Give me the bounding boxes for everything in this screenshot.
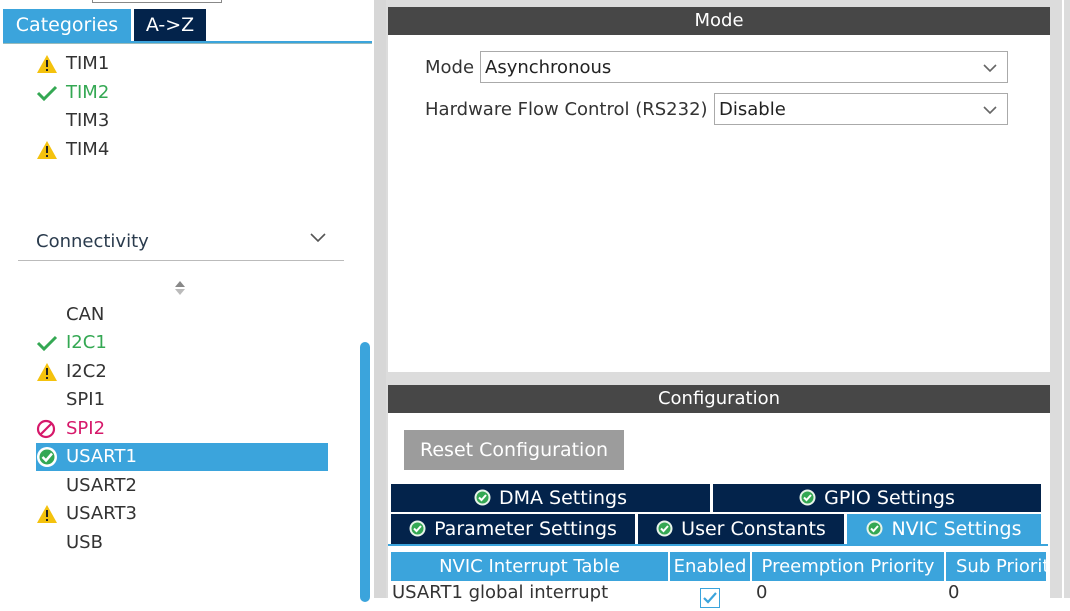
tab-label: Parameter Settings xyxy=(434,518,617,540)
tab-label: NVIC Settings xyxy=(891,518,1022,540)
tree-item-i2c2[interactable]: I2C2 xyxy=(36,359,328,385)
check-circle-icon xyxy=(799,489,816,506)
warning-icon xyxy=(37,505,57,523)
tree-item-label: I2C1 xyxy=(66,332,107,353)
tree-item-tim4[interactable]: TIM4 xyxy=(36,137,328,163)
tree-item-can[interactable]: CAN xyxy=(36,302,328,328)
check-icon xyxy=(36,335,58,352)
check-circle-icon xyxy=(474,489,491,506)
tree-item-tim1[interactable]: TIM1 xyxy=(36,51,328,77)
sub-priority-value[interactable]: 0 xyxy=(948,582,1008,604)
tree-item-spi1[interactable]: SPI1 xyxy=(36,387,328,413)
check-circle-icon xyxy=(656,520,673,537)
scrollbar-thumb[interactable] xyxy=(360,342,370,602)
tree-item-label: SPI2 xyxy=(66,418,106,439)
column-header-enabled[interactable]: Enabled xyxy=(670,552,750,581)
tree-item-label: USART3 xyxy=(66,503,137,524)
warning-icon xyxy=(37,141,57,159)
check-circle-icon xyxy=(37,447,57,467)
table-row-name: USART1 global interrupt xyxy=(392,582,609,603)
tree-item-label: USART2 xyxy=(66,475,137,496)
tab-label: DMA Settings xyxy=(499,487,627,509)
right-edge-line xyxy=(1062,0,1064,598)
mode-select[interactable]: Asynchronous xyxy=(480,51,1008,83)
tree-item-usb[interactable]: USB xyxy=(36,530,328,556)
tree-item-usart2[interactable]: USART2 xyxy=(36,473,328,499)
warning-icon xyxy=(37,363,57,381)
sort-icon[interactable] xyxy=(170,278,190,298)
warning-icon xyxy=(37,55,57,73)
configuration-header: Configuration xyxy=(388,385,1050,413)
tree-item-tim3[interactable]: TIM3 xyxy=(36,108,328,134)
mode-label: Mode xyxy=(425,57,475,78)
search-box-edge[interactable] xyxy=(92,0,222,3)
flow-control-select-value: Disable xyxy=(719,99,786,120)
tree-item-label: USB xyxy=(66,532,103,553)
mode-select-value: Asynchronous xyxy=(485,57,612,78)
tree-item-spi2[interactable]: SPI2 xyxy=(36,416,328,442)
column-header-interrupt[interactable]: NVIC Interrupt Table xyxy=(391,552,668,581)
mode-header: Mode xyxy=(388,7,1050,35)
tab-label: User Constants xyxy=(681,518,826,540)
check-circle-icon xyxy=(866,520,883,537)
tree-item-usart1[interactable]: USART1 xyxy=(36,443,328,471)
tree-item-tim2[interactable]: TIM2 xyxy=(36,80,328,106)
tree-item-label: CAN xyxy=(66,304,105,325)
tab-label: GPIO Settings xyxy=(824,487,955,509)
tree-item-label: TIM2 xyxy=(66,82,110,103)
chevron-down-icon xyxy=(983,106,997,115)
tab-a-to-z[interactable]: A->Z xyxy=(134,9,206,41)
tab-gpio-settings[interactable]: GPIO Settings xyxy=(713,484,1041,512)
column-header-sub-priority[interactable]: Sub Priorit xyxy=(946,552,1046,581)
chevron-down-icon[interactable] xyxy=(308,228,328,248)
tab-user-constants[interactable]: User Constants xyxy=(638,514,844,544)
tree-item-usart3[interactable]: USART3 xyxy=(36,501,328,527)
tab-underline xyxy=(388,544,1048,546)
section-divider xyxy=(18,260,344,261)
reset-configuration-button[interactable]: Reset Configuration xyxy=(404,430,624,470)
tab-categories[interactable]: Categories xyxy=(3,9,131,41)
check-icon xyxy=(36,85,58,102)
tree-item-label: TIM3 xyxy=(66,110,110,131)
blocked-icon xyxy=(36,419,56,439)
section-connectivity[interactable]: Connectivity xyxy=(36,231,149,252)
tree-item-label: I2C2 xyxy=(66,361,107,382)
splitter[interactable] xyxy=(374,0,386,598)
mode-body xyxy=(388,35,1050,372)
preemption-value[interactable]: 0 xyxy=(756,582,836,604)
tree-item-label: TIM4 xyxy=(66,139,110,160)
left-panel: Categories A->Z TIM1 TIM2 TIM3 TIM4 Conn… xyxy=(0,0,374,602)
tab-parameter-settings[interactable]: Parameter Settings xyxy=(391,514,635,544)
enabled-checkbox[interactable] xyxy=(700,588,720,608)
tab-dma-settings[interactable]: DMA Settings xyxy=(391,484,710,512)
tree-item-label: SPI1 xyxy=(66,389,106,410)
check-icon xyxy=(703,592,717,604)
tree-item-label: TIM1 xyxy=(66,53,110,74)
column-header-preemption[interactable]: Preemption Priority xyxy=(752,552,944,581)
tab-nvic-settings[interactable]: NVIC Settings xyxy=(847,514,1041,544)
tree-item-label: USART1 xyxy=(66,446,137,467)
tree-item-i2c1[interactable]: I2C1 xyxy=(36,330,328,356)
chevron-down-icon xyxy=(983,64,997,73)
flow-control-label: Hardware Flow Control (RS232) xyxy=(425,99,708,120)
tab-divider xyxy=(3,43,372,44)
check-circle-icon xyxy=(409,520,426,537)
flow-control-select[interactable]: Disable xyxy=(714,93,1008,125)
right-edge-bar xyxy=(1050,0,1070,598)
